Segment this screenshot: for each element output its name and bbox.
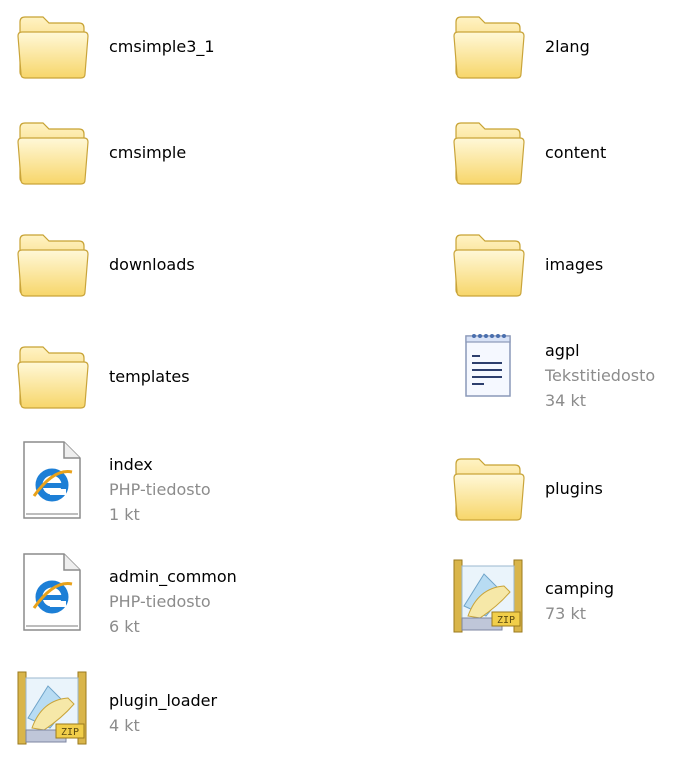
explorer-item-2lang[interactable]: 2lang — [448, 6, 685, 88]
explorer-item-plugins[interactable]: plugins — [448, 448, 685, 530]
item-type: Tekstitiedosto — [545, 366, 656, 385]
item-name: plugin_loader — [109, 691, 218, 710]
item-name: agpl — [545, 341, 580, 360]
item-name: index — [109, 455, 153, 474]
svg-text:ZIP: ZIP — [497, 615, 515, 626]
item-name: images — [545, 255, 604, 274]
explorer-item-images[interactable]: images — [448, 224, 685, 306]
zip-archive-icon: ZIP — [448, 556, 528, 636]
explorer-item-cmsimple3_1[interactable]: cmsimple3_1 — [12, 6, 272, 88]
explorer-item-agpl[interactable]: agpl Tekstitiedosto 34 kt — [448, 326, 685, 416]
item-name: 2lang — [545, 37, 590, 56]
explorer-item-content[interactable]: content — [448, 112, 685, 194]
item-size: 4 kt — [109, 716, 140, 735]
explorer-item-index[interactable]: index PHP-tiedosto 1 kt — [12, 440, 272, 530]
folder-icon — [448, 224, 528, 304]
item-size: 1 kt — [109, 505, 140, 524]
item-name: cmsimple — [109, 143, 187, 162]
item-name: downloads — [109, 255, 195, 274]
item-type: PHP-tiedosto — [109, 480, 211, 499]
text-file-icon — [448, 326, 528, 406]
item-name: cmsimple3_1 — [109, 37, 215, 56]
folder-icon — [12, 336, 92, 416]
folder-icon — [448, 112, 528, 192]
item-size: 6 kt — [109, 617, 140, 636]
explorer-item-downloads[interactable]: downloads — [12, 224, 272, 306]
item-name: camping — [545, 579, 615, 598]
folder-icon — [12, 112, 92, 192]
folder-icon — [448, 6, 528, 86]
zip-archive-icon: ZIP — [12, 668, 92, 748]
explorer-item-templates[interactable]: templates — [12, 336, 272, 418]
item-name: plugins — [545, 479, 603, 498]
explorer-item-camping[interactable]: ZIP camping 73 kt — [448, 556, 685, 646]
item-size: 34 kt — [545, 391, 586, 410]
folder-icon — [448, 448, 528, 528]
php-file-icon — [12, 440, 92, 520]
svg-text:ZIP: ZIP — [61, 727, 79, 738]
item-name: templates — [109, 367, 190, 386]
item-name: admin_common — [109, 567, 237, 586]
explorer-item-cmsimple[interactable]: cmsimple — [12, 112, 272, 194]
folder-icon — [12, 6, 92, 86]
explorer-item-plugin_loader[interactable]: ZIP plugin_loader 4 kt — [12, 668, 272, 758]
folder-icon — [12, 224, 92, 304]
item-name: content — [545, 143, 607, 162]
item-size: 73 kt — [545, 604, 586, 623]
explorer-item-admin_common[interactable]: admin_common PHP-tiedosto 6 kt — [12, 552, 272, 642]
php-file-icon — [12, 552, 92, 632]
item-type: PHP-tiedosto — [109, 592, 211, 611]
